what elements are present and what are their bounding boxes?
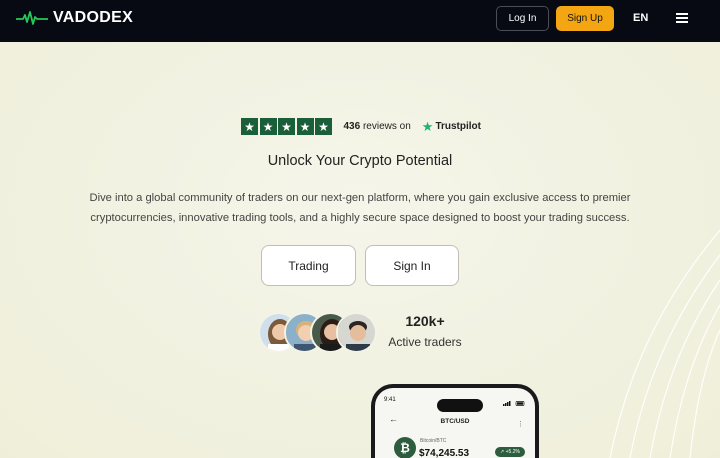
star-icon: ★ (241, 118, 258, 135)
reviews-text: 436 reviews on (344, 121, 411, 132)
signin-button[interactable]: Sign In (365, 245, 459, 286)
trading-button[interactable]: Trading (261, 245, 356, 286)
trader-avatars (258, 312, 378, 353)
price-change-badge: ↗ +5.2% (495, 447, 525, 457)
star-icon: ★ (259, 118, 277, 135)
brand-logo[interactable]: VADODEX (16, 8, 133, 28)
decorative-waves (609, 229, 720, 458)
reviews-suffix: reviews on (362, 121, 411, 132)
star-icon: ★ (278, 118, 295, 135)
coin-price: $74,245.53 (419, 448, 470, 458)
bitcoin-icon: ₿ (394, 437, 416, 458)
hero-title: Unlock Your Crypto Potential (267, 153, 453, 169)
rating-stars: ★ ★ ★ ★ ★ (241, 118, 334, 135)
more-options-icon[interactable]: ⋮ (517, 420, 524, 428)
language-selector[interactable]: EN (633, 12, 648, 24)
phone-time: 9:41 (384, 397, 396, 403)
phone-mockup: 9:41 ← BTC/USD ⋮ ₿ Bitcoin/BTC $74,245.5… (371, 384, 539, 458)
trustpilot-star-icon: ★ (421, 118, 434, 134)
active-traders-label: Active traders (388, 335, 462, 349)
trustpilot-rating[interactable]: ★ ★ ★ ★ ★ 436 reviews on ★ Trustpilot (241, 118, 481, 135)
top-navigation-bar: VADODEX Log In Sign Up EN (0, 0, 720, 42)
brand-name: VADODEX (53, 9, 134, 26)
heartbeat-icon (16, 11, 48, 25)
phone-notch (437, 399, 483, 412)
trading-pair: BTC/USD (440, 418, 470, 425)
active-traders-count: 120k+ (405, 313, 445, 329)
reviews-count: 436 (343, 121, 361, 132)
trustpilot-logo: ★ Trustpilot (422, 119, 481, 135)
coin-name: Bitcoin/BTC (420, 438, 447, 444)
login-button[interactable]: Log In (496, 6, 549, 31)
hero-description: Dive into a global community of traders … (89, 192, 631, 224)
phone-screen: 9:41 ← BTC/USD ⋮ ₿ Bitcoin/BTC $74,245.5… (375, 388, 535, 458)
signup-button[interactable]: Sign Up (556, 6, 614, 31)
trustpilot-brand: Trustpilot (435, 121, 481, 132)
hamburger-icon[interactable] (676, 13, 688, 24)
avatar (336, 312, 377, 353)
star-icon: ★ (315, 118, 332, 135)
star-icon: ★ (296, 118, 314, 135)
signal-battery-icon (503, 401, 525, 406)
